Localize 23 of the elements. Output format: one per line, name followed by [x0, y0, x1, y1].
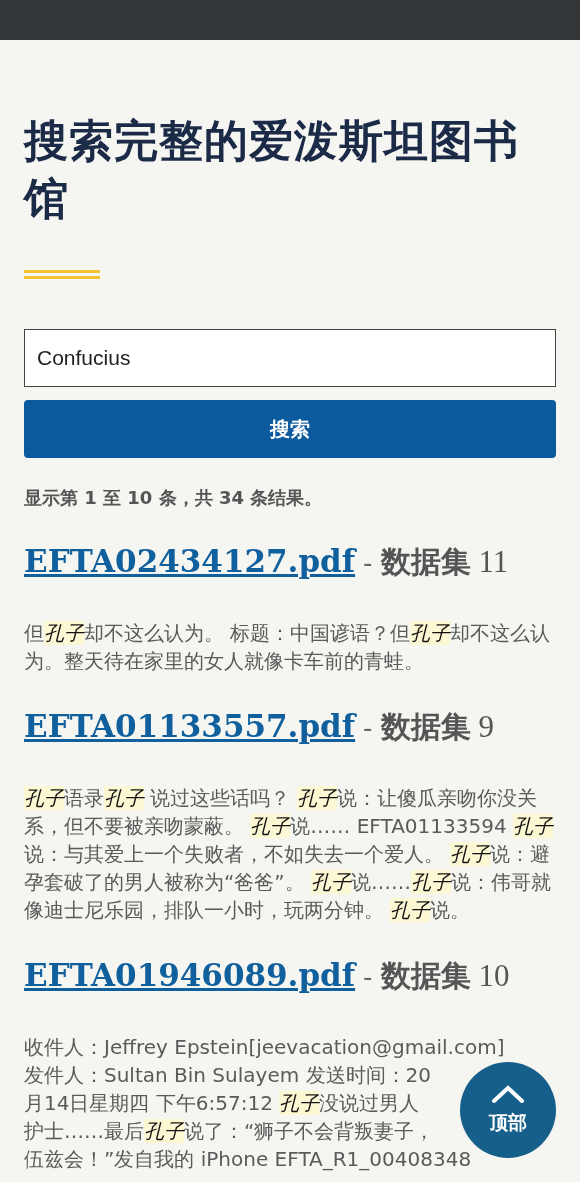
snippet-text: 护士……最后孔子说了：“狮子不会背叛妻子， [24, 1118, 435, 1145]
dataset-label: 数据集 [380, 957, 471, 995]
chevron-up-icon [491, 1084, 525, 1104]
snippet-text: 收件人：Jeffrey Epstein[jeevacation@gmail.com] [24, 1034, 505, 1061]
file-link[interactable]: EFTA01133557.pdf [24, 708, 356, 744]
snippet-text: 孔子语录孔子 说过这些话吗？ 孔子说：让傻瓜亲吻你没关系，但不要被亲吻蒙蔽。 孔子说…… EFTA01133594 孔子 说：与其爱上一个失败者，不如失去一个爱人。 孔子说：避孕套破了的男人被称为“爸爸”。 孔子说……孔子说：伟哥就像迪士尼乐园，排队一小时，玩两分钟。 孔子说。 [24, 785, 555, 924]
dataset-number: 10 [478, 958, 510, 994]
search-button[interactable]: 搜索 [24, 400, 556, 458]
dataset-label: 数据集 [380, 708, 471, 746]
page-title: 搜索完整的爱泼斯坦图书馆 [24, 114, 520, 226]
result-count: 显示第 1 至 10 条，共 34 条结果。 [24, 486, 324, 510]
separator: - [363, 713, 373, 743]
dataset-label: 数据集 [380, 543, 471, 581]
snippet-text: 月14日星期四 下午6:57:12 孔子没说过男人 [24, 1090, 420, 1117]
file-link[interactable]: EFTA01946089.pdf [24, 957, 356, 993]
snippet-text: 发件人：Sultan Bin Sulayem 发送时间：20 [24, 1062, 431, 1089]
search-field[interactable]: Confucius [24, 329, 556, 387]
dataset-number: 9 [478, 709, 494, 745]
file-link[interactable]: EFTA02434127.pdf [24, 543, 356, 579]
separator: - [363, 962, 373, 992]
snippet-text: 但孔子却不这么认为。 标题：中国谚语？但孔子却不这么认为。整天待在家里的女人就像卡车前的青蛙。 [24, 620, 552, 675]
dataset-number: 11 [478, 544, 509, 580]
separator: - [363, 548, 373, 578]
